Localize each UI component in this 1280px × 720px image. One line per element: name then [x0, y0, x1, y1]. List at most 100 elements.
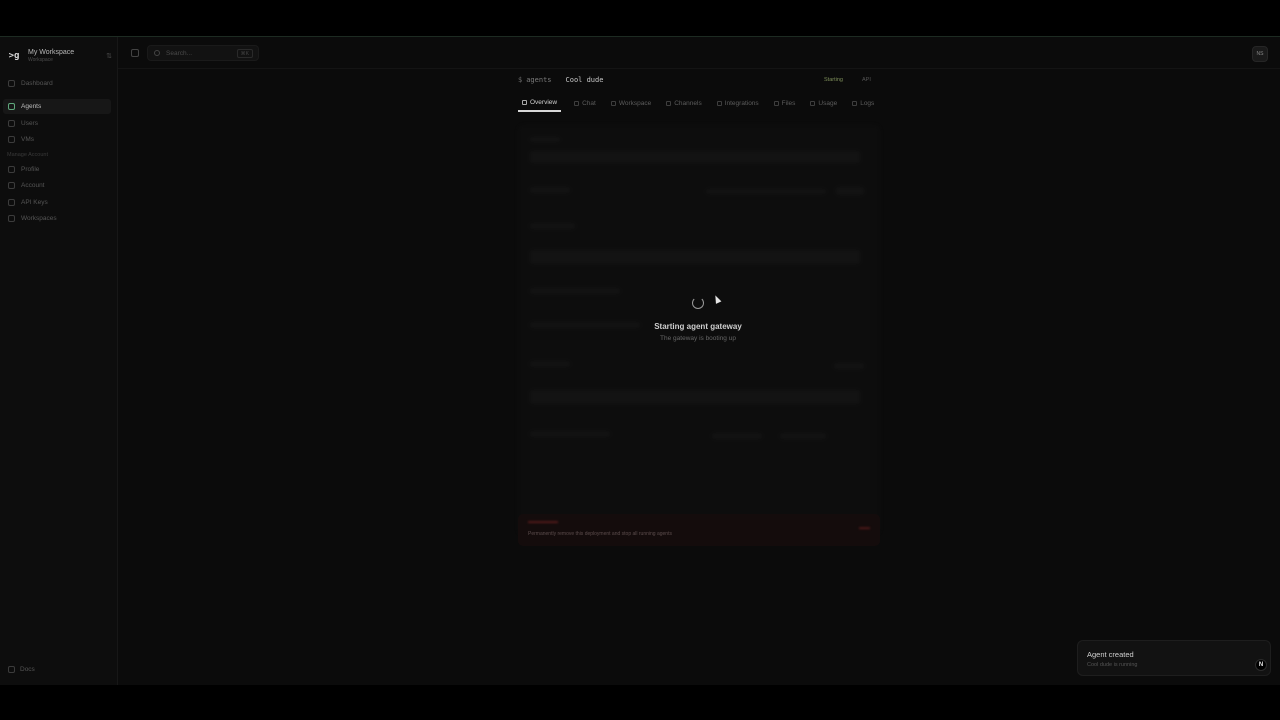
tab-label: Workspace: [618, 99, 652, 107]
key-icon: [8, 198, 15, 206]
link-icon: [716, 100, 722, 106]
search-icon: [154, 50, 160, 56]
account-icon: [8, 182, 15, 190]
sidebar-item-label: Docs: [20, 666, 35, 673]
sidebar-item-dashboard[interactable]: Dashboard: [3, 76, 111, 91]
sidebar-item-label: Dashboard: [21, 80, 53, 87]
danger-zone: ▬▬▬▬▬ Permanently remove this deployment…: [518, 514, 880, 546]
app-window: >g My Workspace Workspace ⇅ Dashboard Ag…: [0, 36, 1280, 686]
loading-spinner-icon: [692, 297, 704, 309]
ghost-button: [712, 433, 762, 439]
letterbox-bottom: [0, 685, 1280, 720]
page-title: Cool dude: [565, 76, 604, 84]
breadcrumb-agents-link[interactable]: agents: [526, 76, 551, 84]
api-button[interactable]: API: [862, 77, 871, 83]
loading-title: Starting agent gateway: [654, 322, 742, 331]
sidebar-item-label: Profile: [21, 166, 40, 174]
terminal-icon: [852, 100, 858, 106]
message-icon: [666, 100, 672, 106]
sidebar: >g My Workspace Workspace ⇅ Dashboard Ag…: [0, 37, 118, 686]
ghost-text: [530, 137, 560, 142]
search-placeholder: Search...: [166, 49, 193, 57]
main-content: $ agents Cool dude Starting API Overview C…: [118, 70, 1280, 686]
tab-label: Logs: [860, 99, 875, 107]
ghost-text: [530, 288, 620, 294]
tab-chat[interactable]: Chat: [572, 94, 598, 112]
tab-logs[interactable]: Logs: [850, 94, 876, 112]
ghost-field: [530, 390, 860, 404]
tab-integrations[interactable]: Integrations: [715, 94, 761, 112]
docs-icon: [8, 666, 15, 673]
tab-label: Usage: [818, 99, 838, 107]
dollar-icon: [810, 100, 816, 106]
ghost-text: [530, 431, 610, 437]
chevron-updown-icon: ⇅: [106, 53, 112, 60]
ghost-text: [530, 223, 575, 229]
workspace-name: My Workspace: [28, 49, 75, 56]
toast-title: Agent created: [1087, 650, 1134, 659]
ghost-field: [530, 250, 860, 264]
ghost-field: [530, 151, 860, 163]
ghost-button: [780, 433, 826, 439]
sidebar-item-users[interactable]: Users: [3, 116, 111, 131]
sidebar-section-label: Manage Account: [7, 152, 48, 159]
ghost-text: [530, 361, 570, 367]
tab-label: Integrations: [724, 99, 759, 107]
sidebar-item-agents[interactable]: Agents: [3, 99, 111, 115]
ghost-button: [836, 187, 864, 195]
ghost-text: [706, 189, 826, 194]
sidebar-item-account[interactable]: Account: [3, 178, 111, 193]
workspace-logo: >g: [8, 51, 20, 61]
server-icon: [8, 135, 15, 143]
sidebar-item-docs[interactable]: Docs: [8, 666, 35, 673]
ghost-text: [530, 187, 570, 193]
layers-icon: [8, 215, 15, 223]
danger-zone-title: ▬▬▬▬▬: [528, 519, 558, 525]
tab-overview[interactable]: Overview: [518, 94, 562, 112]
workspace-text: My Workspace Workspace: [28, 49, 74, 63]
search-shortcut: ⌘K: [236, 49, 253, 58]
tab-label: Chat: [582, 99, 596, 107]
file-icon: [610, 100, 616, 106]
users-icon: [8, 119, 15, 127]
tab-channels[interactable]: Channels: [664, 94, 703, 112]
sidebar-item-label: API Keys: [21, 198, 48, 206]
loading-subtitle: The gateway is booting up: [660, 335, 736, 342]
workspace-switcher[interactable]: >g My Workspace Workspace ⇅: [6, 45, 112, 67]
status-badge: Starting: [824, 77, 843, 83]
ghost-button: [834, 363, 864, 369]
sidebar-item-vms[interactable]: VMs: [3, 132, 111, 147]
tab-label: Overview: [530, 98, 558, 106]
delete-button[interactable]: ▬▬: [859, 525, 870, 531]
search-input[interactable]: Search... ⌘K: [147, 45, 259, 61]
sidebar-item-label: Agents: [21, 103, 42, 111]
toast-notification[interactable]: Agent created Cool dude is running: [1077, 640, 1271, 676]
tab-bar: Overview Chat Workspace Channels Integra…: [518, 94, 887, 112]
drive-icon: [773, 100, 779, 106]
sidebar-item-label: Workspaces: [21, 215, 57, 223]
tab-label: Channels: [674, 99, 702, 107]
sidebar-item-api-keys[interactable]: API Keys: [3, 195, 111, 210]
main-nav: Dashboard Agents Users VMs Manage Accoun…: [3, 76, 111, 227]
sidebar-item-workspaces[interactable]: Workspaces: [3, 211, 111, 226]
toast-description: Cool dude is running: [1087, 662, 1138, 668]
user-icon: [8, 166, 15, 174]
sidebar-toggle-icon[interactable]: [131, 49, 139, 57]
prompt-symbol: $: [518, 76, 523, 84]
avatar[interactable]: NS: [1252, 46, 1268, 62]
sidebar-item-label: Users: [21, 119, 38, 127]
layers-icon: [522, 99, 527, 105]
tab-files[interactable]: Files: [772, 94, 798, 112]
sidebar-item-label: Account: [21, 182, 45, 190]
notification-badge-icon[interactable]: N: [1255, 659, 1267, 671]
sidebar-item-label: VMs: [21, 135, 34, 143]
topbar: Search... ⌘K NS: [118, 37, 1280, 69]
tab-label: Files: [781, 99, 796, 107]
tab-workspace[interactable]: Workspace: [609, 94, 653, 112]
sidebar-item-profile[interactable]: Profile: [3, 162, 111, 177]
danger-zone-description: Permanently remove this deployment and s…: [528, 531, 672, 537]
chat-icon: [574, 100, 580, 106]
agents-icon: [8, 103, 15, 111]
breadcrumb: $ agents Cool dude: [518, 76, 603, 84]
tab-usage[interactable]: Usage: [808, 94, 839, 112]
